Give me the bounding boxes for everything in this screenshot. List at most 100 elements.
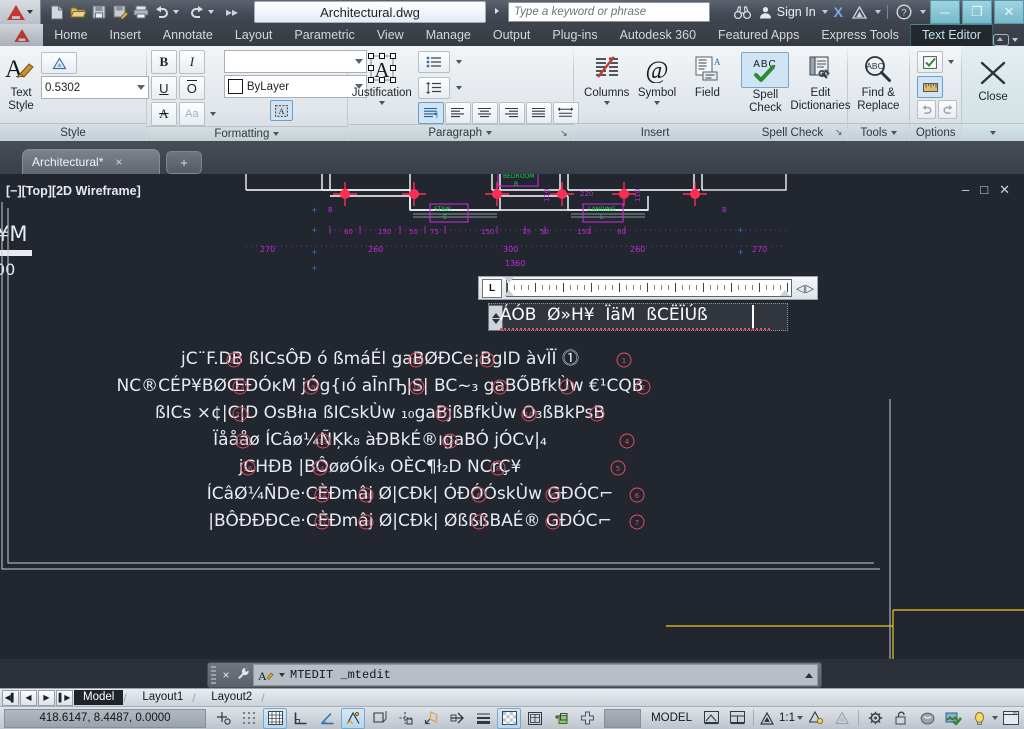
line-spacing-caret-icon[interactable] — [452, 76, 466, 100]
new-icon[interactable] — [47, 2, 67, 22]
undo-icon[interactable] — [152, 2, 172, 22]
clean-screen-icon[interactable] — [967, 708, 991, 729]
panel-dialog-launcher-icon[interactable]: ↘ — [560, 128, 568, 139]
layout-tab-layout2[interactable]: Layout2 — [202, 690, 261, 705]
coordinates-display[interactable]: 418.6147, 8.4487, 0.0000 — [4, 708, 206, 728]
strikethrough-icon[interactable]: A — [150, 102, 177, 126]
annotation-visibility-icon[interactable] — [804, 708, 828, 729]
ribbon-minimize-button[interactable] — [993, 34, 1018, 46]
quick-properties-icon[interactable] — [523, 708, 547, 729]
indent-handle-first-line[interactable] — [504, 277, 514, 283]
sign-in-caret-icon[interactable] — [821, 10, 828, 14]
infer-constraints-icon[interactable] — [211, 708, 235, 729]
grid-display-icon[interactable] — [263, 707, 287, 729]
columns-button[interactable]: Columns — [582, 50, 632, 105]
tab-express-tools[interactable]: Express Tools — [810, 25, 910, 46]
sign-in-button[interactable]: Sign In — [759, 5, 816, 19]
application-menu-button[interactable] — [0, 0, 41, 24]
toolbar-lock-icon[interactable] — [889, 708, 913, 729]
dynamic-ucs-icon[interactable] — [419, 708, 443, 729]
redo-icon[interactable] — [938, 100, 958, 119]
panel-expand-icon[interactable] — [891, 130, 898, 135]
last-layout-icon[interactable]: ▌▶ — [56, 689, 73, 706]
columns-caret-icon[interactable] — [603, 100, 610, 105]
text-height-combo[interactable]: 0.5302 — [41, 76, 149, 99]
annotation-scale-value[interactable]: 1:1 — [777, 712, 797, 724]
lineweight-icon[interactable] — [471, 708, 495, 729]
tab-output[interactable]: Output — [482, 25, 542, 46]
save-icon[interactable] — [89, 2, 109, 22]
close-panel-caret-icon[interactable] — [990, 130, 997, 135]
command-history-caret-icon[interactable] — [279, 673, 285, 677]
tab-manage[interactable]: Manage — [415, 25, 482, 46]
tab-featured-apps[interactable]: Featured Apps — [707, 25, 810, 46]
tab-plugins[interactable]: Plug-ins — [541, 25, 608, 46]
close-icon[interactable]: × — [219, 668, 233, 682]
chevron-down-icon[interactable] — [1012, 38, 1018, 42]
align-left-icon[interactable] — [444, 102, 471, 124]
text-style-button[interactable]: A Text Style — [4, 50, 38, 113]
annotation-monitor-icon[interactable] — [575, 708, 599, 729]
redo-dropdown-icon[interactable] — [208, 10, 214, 14]
italic-button[interactable]: I — [178, 50, 205, 74]
more-icon[interactable]: ▸▸ — [222, 2, 242, 22]
auto-add-scale-icon[interactable] — [830, 708, 854, 729]
symbol-caret-icon[interactable] — [654, 100, 661, 105]
indent-handle-right[interactable] — [780, 290, 790, 296]
annotation-scale-icon[interactable] — [758, 708, 776, 729]
panel-expand-icon[interactable] — [486, 131, 493, 135]
polar-tracking-icon[interactable] — [315, 708, 339, 729]
layout-tab-model[interactable]: Model — [74, 690, 124, 705]
annotation-scale-caret-icon[interactable] — [797, 716, 803, 720]
prev-layout-icon[interactable]: ◀ — [20, 689, 37, 706]
align-right-icon[interactable] — [498, 102, 525, 124]
tab-layout[interactable]: Layout — [224, 25, 284, 46]
command-expand-icon[interactable] — [805, 672, 813, 678]
close-button[interactable]: ✕ — [994, 0, 1024, 24]
workspace-gear-icon[interactable] — [863, 708, 887, 729]
options-caret-icon[interactable] — [945, 50, 957, 74]
tab-annotate[interactable]: Annotate — [152, 25, 224, 46]
ortho-mode-icon[interactable] — [289, 708, 313, 729]
hardware-accel-icon[interactable] — [915, 708, 939, 729]
background-mask-icon[interactable]: A — [269, 100, 293, 121]
tab-home[interactable]: Home — [43, 25, 98, 46]
command-input[interactable]: A MTEDIT _mtedit — [253, 664, 818, 686]
autodesk-exchange-icon[interactable] — [849, 2, 869, 22]
ruler-arrow-right-icon[interactable]: ▷ — [806, 282, 814, 295]
annotative-icon[interactable] — [41, 52, 77, 74]
bullets-numbering-icon[interactable] — [417, 51, 450, 73]
tab-insert[interactable]: Insert — [99, 25, 152, 46]
change-case-caret-icon[interactable] — [207, 102, 220, 126]
paragraph-align-icon[interactable]: ¶ — [417, 102, 444, 124]
new-tab-button[interactable]: + — [166, 151, 202, 174]
underline-button[interactable]: U — [150, 76, 177, 100]
exchange-x-icon[interactable]: X — [834, 4, 843, 20]
open-icon[interactable] — [68, 2, 88, 22]
dynamic-input-icon[interactable] — [445, 708, 469, 729]
viewport-icon[interactable] — [725, 708, 749, 729]
next-layout-icon[interactable]: ▶ — [38, 689, 55, 706]
binoculars-icon[interactable] — [733, 2, 753, 22]
bold-button[interactable]: B — [150, 50, 177, 74]
line-spacing-icon[interactable] — [417, 77, 450, 99]
space-label[interactable]: MODEL — [645, 712, 698, 724]
tab-parametric[interactable]: Parametric — [283, 25, 365, 46]
color-combo[interactable]: ByLayer — [223, 75, 367, 98]
indent-handle-left[interactable] — [504, 290, 514, 296]
close-icon[interactable]: × — [115, 155, 122, 169]
bullets-caret-icon[interactable] — [452, 50, 466, 74]
tab-text-editor[interactable]: Text Editor — [909, 24, 993, 46]
clean-screen-toggle-icon[interactable] — [999, 708, 1023, 729]
drawing-canvas[interactable]: [−][Top][2D Wireframe] – □ ✕ ¥M 00 STAIR… — [0, 174, 1024, 659]
field-button[interactable]: A Field — [682, 50, 732, 100]
plot-icon[interactable] — [131, 2, 151, 22]
tab-view[interactable]: View — [366, 25, 415, 46]
justification-caret-icon[interactable] — [378, 100, 385, 105]
command-line-grip[interactable] — [211, 666, 216, 684]
edit-dictionaries-button[interactable]: Edit Dictionaries — [790, 50, 850, 113]
ruler-icon[interactable] — [917, 76, 944, 98]
layout-tab-layout1[interactable]: Layout1 — [133, 690, 192, 705]
panel-expand-icon[interactable] — [273, 132, 280, 136]
object-snap-tracking-icon[interactable] — [393, 708, 417, 729]
